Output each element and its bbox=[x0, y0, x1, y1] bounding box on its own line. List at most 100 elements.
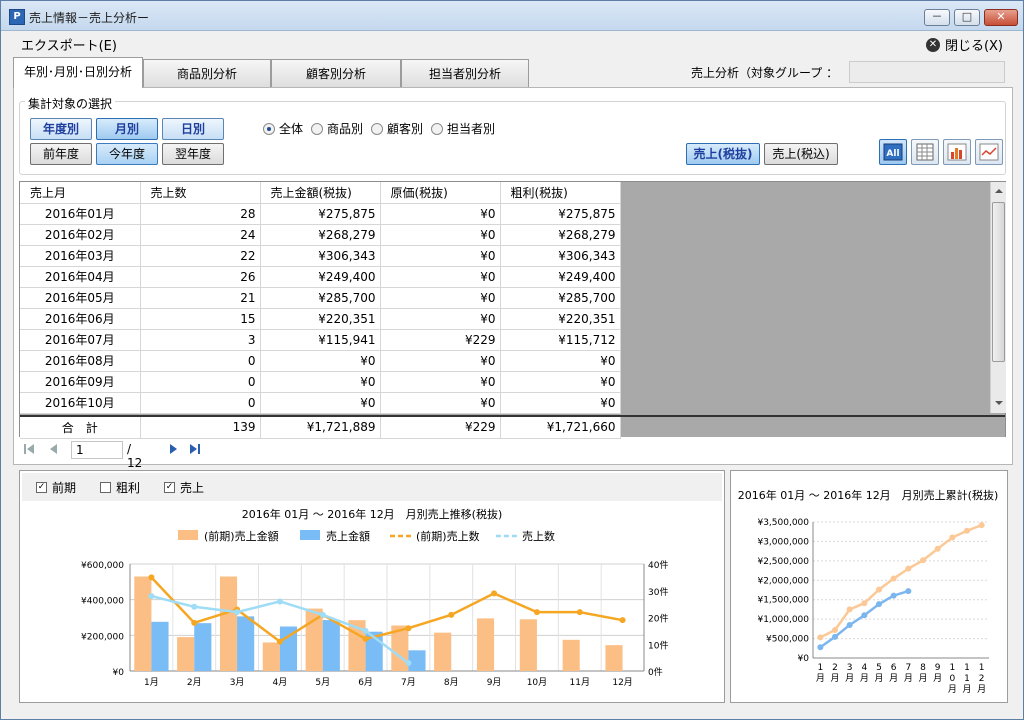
sales-incl-tax-button[interactable]: 売上(税込) bbox=[764, 143, 838, 165]
last-page-icon[interactable] bbox=[189, 443, 201, 455]
x-tick-char: 月 bbox=[816, 673, 825, 684]
radio-dot bbox=[311, 122, 324, 135]
view-all-button[interactable]: All bbox=[879, 139, 907, 165]
radio-all[interactable]: 全体 bbox=[263, 120, 303, 137]
col-header-sales[interactable]: 売上金額(税抜) bbox=[260, 182, 381, 204]
col-header-count[interactable]: 売上数 bbox=[140, 182, 261, 204]
x-tick-label: 6月 bbox=[358, 677, 373, 688]
maximize-button[interactable]: □ bbox=[954, 9, 980, 26]
monthly-button[interactable]: 月別 bbox=[96, 118, 158, 140]
line-point bbox=[817, 644, 824, 651]
table-row[interactable]: 2016年01月 28 ¥275,875 ¥0 ¥275,875 bbox=[20, 203, 621, 225]
x-tick-char: 4 bbox=[861, 663, 867, 673]
col-header-profit[interactable]: 粗利(税抜) bbox=[500, 182, 621, 204]
bar-chart-icon bbox=[947, 143, 967, 161]
check-previous[interactable]: ✓ 前期 bbox=[36, 479, 76, 496]
radio-label: 顧客別 bbox=[387, 122, 424, 136]
tab-period-analysis[interactable]: 年別･月別･日別分析 bbox=[13, 57, 143, 88]
line-point bbox=[920, 557, 926, 564]
x-tick-char: 7 bbox=[905, 663, 911, 673]
col-header-cost[interactable]: 原価(税抜) bbox=[380, 182, 501, 204]
col-header-month[interactable]: 売上月 bbox=[20, 182, 141, 204]
table-row[interactable]: 2016年07月 3 ¥115,941 ¥229 ¥115,712 bbox=[20, 329, 621, 351]
x-tick-char: 月 bbox=[933, 673, 942, 684]
radio-staff[interactable]: 担当者別 bbox=[431, 120, 495, 137]
radio-dot bbox=[431, 122, 444, 135]
y-tick-label: ¥500,000 bbox=[766, 635, 809, 645]
radio-customer[interactable]: 顧客別 bbox=[371, 120, 423, 137]
first-page-icon[interactable] bbox=[23, 443, 35, 455]
tab-product-analysis[interactable]: 商品別分析 bbox=[143, 59, 271, 87]
y-tick-label: ¥1,500,000 bbox=[757, 596, 809, 606]
table-row[interactable]: 2016年04月 26 ¥249,400 ¥0 ¥249,400 bbox=[20, 266, 621, 288]
table-row[interactable]: 2016年06月 15 ¥220,351 ¥0 ¥220,351 bbox=[20, 308, 621, 330]
radio-product[interactable]: 商品別 bbox=[311, 120, 363, 137]
x-tick-char: 5 bbox=[876, 663, 882, 673]
line-point bbox=[846, 621, 853, 628]
cell-sales: ¥0 bbox=[260, 392, 381, 414]
x-tick-char: 月 bbox=[918, 673, 927, 684]
menu-export[interactable]: エクスポート(E) bbox=[21, 35, 117, 54]
x-tick-char: 6 bbox=[891, 663, 897, 673]
vertical-scrollbar[interactable] bbox=[990, 182, 1006, 413]
x-tick-char: 1 bbox=[949, 663, 955, 673]
next-page-icon[interactable] bbox=[167, 443, 179, 455]
prev-page-icon[interactable] bbox=[47, 443, 59, 455]
sales-table: 売上月 売上数 売上金額(税抜) 原価(税抜) 粗利(税抜) 2016年01月 2… bbox=[20, 182, 621, 414]
page-input[interactable]: 1 bbox=[71, 441, 123, 459]
line-point bbox=[619, 617, 626, 624]
cell-cost: ¥0 bbox=[380, 245, 501, 267]
monthly-sales-chart: 2016年 01月 ～ 2016年 12月 月別売上推移(税抜) (前期)売上金額… bbox=[81, 507, 668, 688]
next-year-button[interactable]: 翌年度 bbox=[162, 143, 224, 165]
line-point bbox=[191, 603, 198, 610]
cell-count: 21 bbox=[140, 287, 261, 309]
y-tick-label: ¥200,000 bbox=[81, 632, 124, 642]
table-row[interactable]: 2016年03月 22 ¥306,343 ¥0 ¥306,343 bbox=[20, 245, 621, 267]
close-circle-icon: ✕ bbox=[925, 37, 940, 52]
close-window-button[interactable]: ✕ bbox=[984, 9, 1018, 26]
daily-button[interactable]: 日別 bbox=[162, 118, 224, 140]
cell-cost: ¥0 bbox=[380, 224, 501, 246]
cell-profit: ¥0 bbox=[500, 371, 621, 393]
sales-excl-tax-button[interactable]: 売上(税抜) bbox=[686, 143, 760, 165]
table-row[interactable]: 2016年09月 0 ¥0 ¥0 ¥0 bbox=[20, 371, 621, 393]
y-tick-label: ¥1,000,000 bbox=[757, 615, 809, 625]
view-line-chart-button[interactable] bbox=[975, 139, 1003, 165]
bar bbox=[408, 650, 426, 671]
scroll-thumb[interactable] bbox=[992, 202, 1005, 362]
cell-month: 2016年01月 bbox=[20, 203, 141, 225]
scroll-up-icon[interactable] bbox=[992, 184, 1006, 198]
bar bbox=[562, 639, 580, 671]
svg-text:All: All bbox=[886, 149, 899, 159]
line-point bbox=[234, 609, 241, 616]
check-sales[interactable]: ✓ 売上 bbox=[164, 479, 204, 496]
table-row[interactable]: 2016年10月 0 ¥0 ¥0 ¥0 bbox=[20, 392, 621, 414]
cell-count: 24 bbox=[140, 224, 261, 246]
cell-profit: ¥268,279 bbox=[500, 224, 621, 246]
table-header-row: 売上月 売上数 売上金額(税抜) 原価(税抜) 粗利(税抜) bbox=[20, 182, 621, 204]
radio-dot bbox=[371, 122, 384, 135]
close-button[interactable]: ✕ 閉じる(X) bbox=[925, 35, 1003, 54]
yearly-button[interactable]: 年度別 bbox=[30, 118, 92, 140]
view-table-button[interactable] bbox=[911, 139, 939, 165]
view-bar-chart-button[interactable] bbox=[943, 139, 971, 165]
checkbox: ✓ bbox=[164, 481, 176, 493]
cell-cost: ¥0 bbox=[380, 266, 501, 288]
x-tick-label: 4月 bbox=[273, 677, 288, 688]
this-year-button[interactable]: 今年度 bbox=[96, 143, 158, 165]
x-tick-label: 10月 bbox=[948, 663, 957, 695]
table-row[interactable]: 2016年02月 24 ¥268,279 ¥0 ¥268,279 bbox=[20, 224, 621, 246]
scroll-down-icon[interactable] bbox=[992, 396, 1006, 410]
minimize-button[interactable]: － bbox=[924, 9, 950, 26]
prev-year-button[interactable]: 前年度 bbox=[30, 143, 92, 165]
tab-customer-analysis[interactable]: 顧客別分析 bbox=[271, 59, 401, 87]
table-row[interactable]: 2016年05月 21 ¥285,700 ¥0 ¥285,700 bbox=[20, 287, 621, 309]
line-point bbox=[448, 611, 455, 618]
tab-staff-analysis[interactable]: 担当者別分析 bbox=[401, 59, 529, 87]
y-tick-label: ¥600,000 bbox=[81, 561, 124, 571]
x-tick-char: 月 bbox=[874, 673, 883, 684]
legend-swatch bbox=[300, 530, 320, 540]
check-profit[interactable]: 粗利 bbox=[100, 479, 140, 496]
table-row[interactable]: 2016年08月 0 ¥0 ¥0 ¥0 bbox=[20, 350, 621, 372]
x-tick-label: 5月 bbox=[874, 663, 883, 684]
